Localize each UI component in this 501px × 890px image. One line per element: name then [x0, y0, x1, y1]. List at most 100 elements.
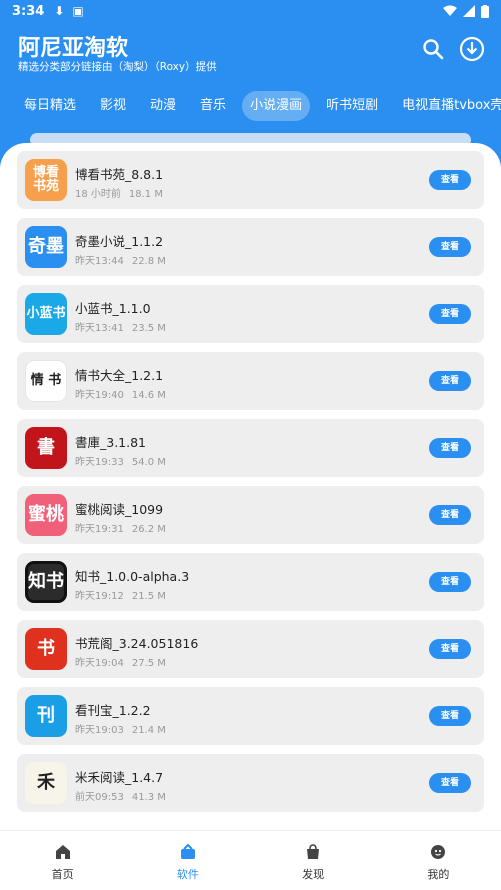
view-button[interactable]: 查看 — [429, 639, 471, 659]
app-size: 26.2 M — [131, 524, 166, 535]
nav-discover-label: 发现 — [302, 868, 325, 881]
bag-icon — [307, 844, 320, 859]
app-icon: 蜜桃 — [25, 494, 67, 536]
app-title: 阿尼亚淘软 — [18, 36, 129, 61]
app-name: 奇墨小说_1.1.2 — [75, 234, 164, 249]
app-meta: 昨天13:41 23.5 M — [75, 319, 166, 334]
tab-daily[interactable]: 每日精选 — [16, 91, 84, 121]
view-button[interactable]: 查看 — [429, 371, 471, 391]
photo-icon: ▣ — [72, 4, 84, 18]
software-icon — [180, 843, 195, 859]
app-list-item[interactable]: 蜜桃 蜜桃阅读_1099 昨天19:31 26.2 M 查看 — [17, 486, 484, 544]
view-button[interactable]: 查看 — [429, 773, 471, 793]
app-icon: 小蓝书 — [25, 293, 67, 335]
app-meta: 昨天19:12 21.5 M — [75, 587, 166, 602]
tab-novels-comics[interactable]: 小说漫画 — [242, 91, 311, 121]
app-meta: 昨天19:04 27.5 M — [75, 654, 166, 669]
download-icon[interactable] — [459, 36, 485, 62]
app-time: 昨天19:31 — [75, 524, 124, 535]
tab-anime[interactable]: 动漫 — [142, 91, 184, 121]
nav-home-label: 首页 — [51, 868, 74, 881]
app-list-item[interactable]: 小蓝书 小蓝书_1.1.0 昨天13:41 23.5 M 查看 — [17, 285, 484, 343]
nav-discover[interactable]: 发现 — [251, 831, 376, 890]
status-bar: 3:34 ⬇ ▣ — [0, 0, 501, 22]
app-size: 41.3 M — [131, 792, 166, 803]
app-size: 18.1 M — [128, 189, 163, 200]
bottom-nav: 首页 软件 发现 我的 — [0, 830, 501, 890]
view-button[interactable]: 查看 — [429, 438, 471, 458]
app-meta: 昨天19:33 54.0 M — [75, 453, 166, 468]
app-name: 情书大全_1.2.1 — [75, 368, 164, 383]
battery-icon — [481, 4, 489, 18]
view-button[interactable]: 查看 — [429, 170, 471, 190]
app-name: 小蓝书_1.1.0 — [75, 301, 151, 316]
search-icon[interactable] — [420, 36, 446, 62]
app-list-item[interactable]: 書書庫_3.1.81 昨天19:33 54.0 M 查看 — [17, 419, 484, 477]
app-meta: 昨天13:44 22.8 M — [75, 252, 166, 267]
app-icon: 奇墨 — [25, 226, 67, 268]
view-button[interactable]: 查看 — [429, 505, 471, 525]
app-name: 書庫_3.1.81 — [75, 435, 147, 450]
app-meta: 昨天19:40 14.6 M — [75, 386, 166, 401]
app-size: 21.4 M — [131, 725, 166, 736]
view-button[interactable]: 查看 — [429, 572, 471, 592]
app-time: 昨天13:44 — [75, 256, 124, 267]
app-name: 知书_1.0.0-alpha.3 — [75, 569, 190, 584]
app-size: 23.5 M — [131, 323, 166, 334]
app-list-item[interactable]: 书书荒阁_3.24.051816 昨天19:04 27.5 M 查看 — [17, 620, 484, 678]
app-time: 昨天13:41 — [75, 323, 124, 334]
app-size: 54.0 M — [131, 457, 166, 468]
app-meta: 昨天19:03 21.4 M — [75, 721, 166, 736]
app-list-item[interactable]: 禾米禾阅读_1.4.7 前天09:53 41.3 M 查看 — [17, 754, 484, 812]
profile-icon — [431, 845, 446, 859]
nav-profile-label: 我的 — [427, 868, 450, 881]
app-meta: 昨天19:31 26.2 M — [75, 520, 166, 535]
app-name: 米禾阅读_1.4.7 — [75, 770, 164, 785]
view-button[interactable]: 查看 — [429, 304, 471, 324]
app-meta: 前天09:53 41.3 M — [75, 788, 166, 803]
app-subtitle: 精选分类部分链接由（淘梨）（Roxy）提供 — [18, 61, 217, 73]
nav-software[interactable]: 软件 — [125, 831, 250, 890]
nav-software-label: 软件 — [176, 868, 199, 881]
nav-profile[interactable]: 我的 — [376, 831, 501, 890]
tab-audiobooks[interactable]: 听书短剧 — [318, 91, 386, 121]
app-time: 昨天19:03 — [75, 725, 124, 736]
view-button[interactable]: 查看 — [429, 706, 471, 726]
app-list-item[interactable]: 刊看刊宝_1.2.2 昨天19:03 21.4 M 查看 — [17, 687, 484, 745]
app-icon: 書 — [25, 427, 67, 469]
content-sheet: 博看 书苑 博看书苑_8.8.1 18 小时前 18.1 M 查看 奇墨 奇墨小说_1.1.… — [0, 143, 501, 843]
tab-movies[interactable]: 影视 — [92, 91, 134, 121]
app-time: 昨天19:04 — [75, 658, 124, 669]
home-icon — [55, 845, 70, 859]
app-size: 27.5 M — [131, 658, 166, 669]
app-time: 昨天19:40 — [75, 390, 124, 401]
app-size: 22.8 M — [131, 256, 166, 267]
tab-tv-live[interactable]: 电视直播tvbox壳子 — [394, 91, 501, 121]
view-button[interactable]: 查看 — [429, 237, 471, 257]
app-meta: 18 小时前 18.1 M — [75, 185, 163, 200]
app-name: 书荒阁_3.24.051816 — [75, 636, 199, 651]
app-icon: 知书 — [25, 561, 67, 603]
app-icon: 博看 书苑 — [25, 159, 67, 201]
app-time: 昨天19:12 — [75, 591, 124, 602]
tab-music[interactable]: 音乐 — [192, 91, 234, 121]
app-icon: 刊 — [25, 695, 67, 737]
app-name: 看刊宝_1.2.2 — [75, 703, 151, 718]
signal-icon — [463, 5, 475, 17]
app-size: 21.5 M — [131, 591, 166, 602]
app-time: 18 小时前 — [75, 189, 121, 200]
app-list-item[interactable]: 博看 书苑 博看书苑_8.8.1 18 小时前 18.1 M 查看 — [17, 151, 484, 209]
app-name: 博看书苑_8.8.1 — [75, 167, 164, 182]
nav-home[interactable]: 首页 — [0, 831, 125, 890]
app-list-item[interactable]: 情 书情书大全_1.2.1 昨天19:40 14.6 M 查看 — [17, 352, 484, 410]
app-size: 14.6 M — [131, 390, 166, 401]
app-icon: 书 — [25, 628, 67, 670]
app-list-item[interactable]: 知书 知书_1.0.0-alpha.3 昨天19:12 21.5 M 查看 — [17, 553, 484, 611]
wifi-icon — [443, 5, 457, 16]
app-icon: 情 书 — [25, 360, 67, 402]
app-time: 昨天19:33 — [75, 457, 124, 468]
app-time: 前天09:53 — [75, 792, 124, 803]
app-icon: 禾 — [25, 762, 67, 804]
category-tabs: 每日精选 影视 动漫 音乐 小说漫画 听书短剧 电视直播tvbox壳子 — [16, 91, 501, 121]
app-list-item[interactable]: 奇墨 奇墨小说_1.1.2 昨天13:44 22.8 M 查看 — [17, 218, 484, 276]
